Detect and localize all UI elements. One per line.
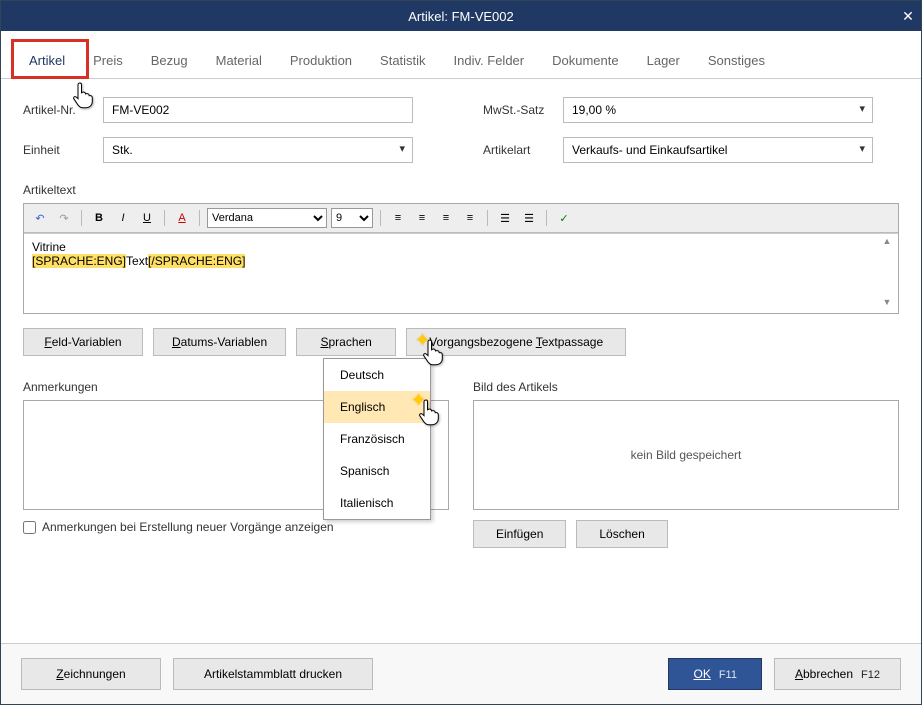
feld-variablen-button[interactable]: FFeld-Variableneld-Variablen bbox=[23, 328, 143, 356]
lang-item-franzoesisch[interactable]: Französisch bbox=[324, 423, 430, 455]
spellcheck-icon[interactable]: ✓ bbox=[554, 209, 574, 227]
tab-lager[interactable]: Lager bbox=[633, 45, 694, 78]
tab-sonstiges[interactable]: Sonstiges bbox=[694, 45, 779, 78]
stammblatt-button[interactable]: Artikelstammblatt drucken bbox=[173, 658, 373, 690]
loeschen-button[interactable]: Löschen bbox=[576, 520, 667, 548]
lang-item-englisch[interactable]: Englisch bbox=[324, 391, 430, 423]
editor-line1: Vitrine bbox=[32, 240, 890, 254]
scroll-down-icon[interactable]: ▼ bbox=[880, 297, 894, 311]
tab-statistik[interactable]: Statistik bbox=[366, 45, 440, 78]
scroll-up-icon[interactable]: ▲ bbox=[880, 236, 894, 250]
einfuegen-button[interactable]: Einfügen bbox=[473, 520, 566, 548]
tabs-bar: Artikel Preis Bezug Material Produktion … bbox=[1, 45, 921, 79]
ok-button[interactable]: OKF11 bbox=[668, 658, 761, 690]
tab-indiv-felder[interactable]: Indiv. Felder bbox=[440, 45, 539, 78]
tab-bezug[interactable]: Bezug bbox=[137, 45, 202, 78]
tab-artikel[interactable]: Artikel bbox=[15, 45, 79, 78]
underline-icon[interactable]: U bbox=[137, 209, 157, 227]
einheit-label: Einheit bbox=[23, 143, 93, 157]
window-title: Artikel: FM-VE002 bbox=[408, 9, 513, 24]
artikelnr-label: Artikel-Nr. bbox=[23, 103, 93, 117]
artikelart-select[interactable] bbox=[563, 137, 873, 163]
bold-icon[interactable]: B bbox=[89, 209, 109, 227]
tab-material[interactable]: Material bbox=[202, 45, 276, 78]
font-family-select[interactable]: Verdana bbox=[207, 208, 327, 228]
abbrechen-button[interactable]: AbbrechenF12 bbox=[774, 658, 901, 690]
italic-icon[interactable]: I bbox=[113, 209, 133, 227]
lang-item-italienisch[interactable]: Italienisch bbox=[324, 487, 430, 519]
variable-buttons-row: FFeld-Variableneld-Variablen Datums-Vari… bbox=[23, 328, 899, 356]
bullet-list-icon[interactable]: ☰ bbox=[495, 209, 515, 227]
align-justify-icon[interactable]: ≡ bbox=[460, 209, 480, 227]
align-right-icon[interactable]: ≡ bbox=[436, 209, 456, 227]
sprachen-button[interactable]: Sprachen bbox=[296, 328, 396, 356]
artikeltext-label: Artikeltext bbox=[23, 183, 899, 197]
lang-item-deutsch[interactable]: Deutsch bbox=[324, 359, 430, 391]
tab-preis[interactable]: Preis bbox=[79, 45, 137, 78]
font-color-icon[interactable]: A bbox=[172, 209, 192, 227]
artikelart-label: Artikelart bbox=[483, 143, 553, 157]
mwst-select[interactable] bbox=[563, 97, 873, 123]
align-left-icon[interactable]: ≡ bbox=[388, 209, 408, 227]
bild-empty-text: kein Bild gespeichert bbox=[631, 448, 742, 462]
einheit-select[interactable] bbox=[103, 137, 413, 163]
editor-toolbar: ↶ ↷ B I U A Verdana 9 ≡ ≡ ≡ ≡ ☰ ☰ bbox=[24, 204, 898, 233]
font-size-select[interactable]: 9 bbox=[331, 208, 373, 228]
vorgang-textpassage-button[interactable]: Vorgangsbezogene Textpassage bbox=[406, 328, 626, 356]
editor-content[interactable]: Vitrine [SPRACHE:ENG]Text[/SPRACHE:ENG] … bbox=[24, 233, 898, 313]
artikelnr-input[interactable] bbox=[103, 97, 413, 123]
close-button[interactable]: ✕ bbox=[895, 1, 921, 31]
tab-produktion[interactable]: Produktion bbox=[276, 45, 366, 78]
editor-line2: [SPRACHE:ENG]Text[/SPRACHE:ENG] bbox=[32, 254, 890, 268]
form-area: Artikel-Nr. MwSt.-Satz Einheit Artikelar… bbox=[1, 79, 921, 566]
bild-label: Bild des Artikels bbox=[473, 380, 899, 394]
lang-item-spanisch[interactable]: Spanisch bbox=[324, 455, 430, 487]
undo-icon[interactable]: ↶ bbox=[30, 209, 50, 227]
richtext-editor: ↶ ↷ B I U A Verdana 9 ≡ ≡ ≡ ≡ ☰ ☰ bbox=[23, 203, 899, 314]
article-window: Artikel: FM-VE002 ✕ Artikel Preis Bezug … bbox=[0, 0, 922, 705]
titlebar: Artikel: FM-VE002 ✕ bbox=[1, 1, 921, 31]
datums-variablen-button[interactable]: Datums-Variablen bbox=[153, 328, 286, 356]
footer: Zeichnungen Artikelstammblatt drucken OK… bbox=[1, 643, 921, 704]
number-list-icon[interactable]: ☰ bbox=[519, 209, 539, 227]
redo-icon[interactable]: ↷ bbox=[54, 209, 74, 227]
mwst-label: MwSt.-Satz bbox=[483, 103, 553, 117]
zeichnungen-button[interactable]: Zeichnungen bbox=[21, 658, 161, 690]
sprachen-dropdown: Deutsch Englisch Französisch Spanisch It… bbox=[323, 358, 431, 520]
tab-dokumente[interactable]: Dokumente bbox=[538, 45, 632, 78]
anmerkungen-checkbox-label: Anmerkungen bei Erstellung neuer Vorgäng… bbox=[42, 520, 334, 534]
anmerkungen-checkbox[interactable] bbox=[23, 521, 36, 534]
align-center-icon[interactable]: ≡ bbox=[412, 209, 432, 227]
bild-box: kein Bild gespeichert bbox=[473, 400, 899, 510]
